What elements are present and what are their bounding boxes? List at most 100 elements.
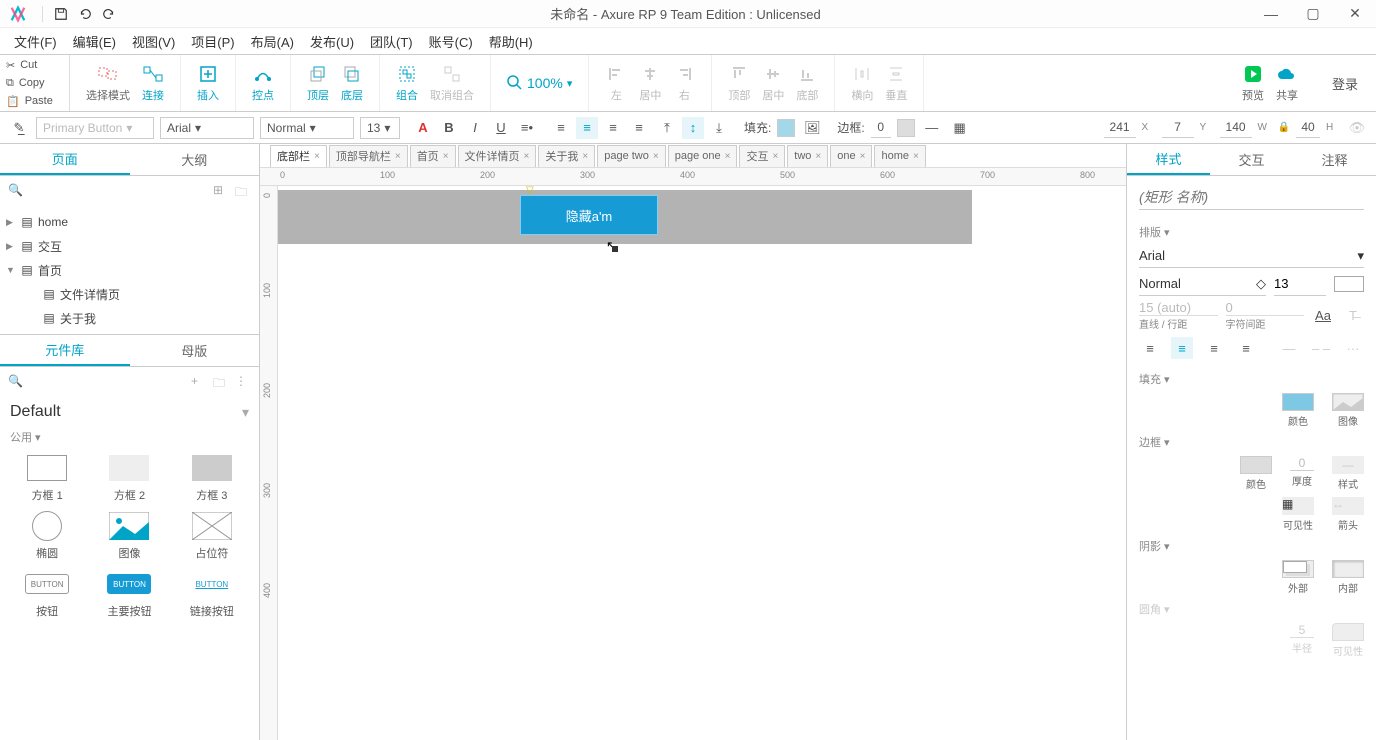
lib-category[interactable]: 公用 ▾ [0, 427, 259, 447]
align-left-text[interactable]: ≡ [550, 117, 572, 139]
border-style-swatch[interactable]: — [1332, 456, 1364, 474]
page-tab[interactable]: two× [787, 145, 828, 167]
menu-publish[interactable]: 发布(U) [302, 28, 362, 55]
rp-weight-dropdown[interactable]: Normal◇ [1139, 272, 1266, 296]
tree-item[interactable]: ▶▤home [6, 210, 253, 234]
close-icon[interactable]: × [443, 151, 449, 162]
maximize-button[interactable]: ▢ [1292, 0, 1334, 28]
widget-ellipse[interactable]: 椭圆 [10, 511, 84, 561]
fill-image-swatch[interactable] [1332, 393, 1364, 411]
close-icon[interactable]: × [725, 151, 731, 162]
insert-button[interactable]: 插入 [191, 61, 225, 105]
radius-input[interactable]: 5 [1290, 623, 1314, 638]
align-center-h-button[interactable]: 居中 [633, 61, 667, 105]
corner-visibility[interactable] [1332, 623, 1364, 641]
visibility-toggle[interactable]: 👁 [1346, 117, 1368, 139]
valign-top[interactable]: ⤒ [656, 117, 678, 139]
tab-masters[interactable]: 母版 [130, 335, 260, 366]
border-arrow[interactable]: ↔ [1332, 497, 1364, 515]
fill-image-button[interactable]: 🖼 [801, 117, 823, 139]
redo-icon[interactable] [97, 2, 121, 26]
menu-account[interactable]: 账号(C) [421, 28, 481, 55]
border-width-input[interactable] [871, 118, 891, 138]
border-section[interactable]: 边框 ▾ [1139, 434, 1364, 450]
search-icon[interactable]: 🔍 [8, 183, 24, 199]
valign-middle[interactable]: ↕ [682, 117, 704, 139]
menu-team[interactable]: 团队(T) [362, 28, 421, 55]
widget-placeholder[interactable]: 占位符 [175, 511, 249, 561]
close-icon[interactable]: × [913, 151, 919, 162]
fill-color-swatch[interactable] [1282, 393, 1314, 411]
select-mode-button[interactable]: 选择模式 [80, 61, 136, 105]
border-visibility[interactable]: ▦ [1282, 497, 1314, 515]
save-icon[interactable] [49, 2, 73, 26]
paste-button[interactable]: 📋 Paste [6, 92, 69, 110]
tab-pages[interactable]: 页面 [0, 144, 130, 175]
layout-section[interactable]: 排版 ▾ [1139, 224, 1364, 240]
close-button[interactable]: ✕ [1334, 0, 1376, 28]
rp-dash-1[interactable]: — [1278, 337, 1300, 359]
point-button[interactable]: 控点 [246, 61, 280, 105]
page-search-input[interactable] [30, 184, 207, 198]
connect-button[interactable]: 连接 [136, 61, 170, 105]
menu-layout[interactable]: 布局(A) [243, 28, 302, 55]
page-tab[interactable]: home× [874, 145, 925, 167]
rp-dash-2[interactable]: – – [1310, 337, 1332, 359]
widget-primary-button[interactable]: BUTTON主要按钮 [92, 569, 166, 619]
h-input[interactable] [1296, 118, 1320, 138]
border-side-button[interactable]: ▦ [949, 117, 971, 139]
vertical-ruler[interactable]: 0 100 200 300 400 [260, 186, 278, 740]
shape-name-input[interactable] [1139, 184, 1364, 210]
page-tab[interactable]: 顶部导航栏× [329, 145, 408, 167]
distribute-v-button[interactable]: 垂直 [879, 61, 913, 105]
page-tab[interactable]: 首页× [410, 145, 456, 167]
search-icon[interactable]: 🔍 [8, 374, 24, 390]
widget-box1[interactable]: 方框 1 [10, 453, 84, 503]
align-left-button[interactable]: 左 [599, 61, 633, 105]
border-style-button[interactable]: — [921, 117, 943, 139]
weight-dropdown[interactable]: Normal▾ [260, 117, 354, 139]
page-tab[interactable]: one× [830, 145, 872, 167]
group-button[interactable]: 组合 [390, 61, 424, 105]
bold-button[interactable]: B [438, 117, 460, 139]
outer-shadow[interactable] [1282, 560, 1314, 578]
widget-button[interactable]: BUTTON按钮 [10, 569, 84, 619]
rp-size-input[interactable] [1274, 272, 1326, 296]
add-page-icon[interactable]: ⊞ [213, 183, 229, 199]
close-icon[interactable]: × [524, 151, 530, 162]
ungroup-button[interactable]: 取消组合 [424, 61, 480, 105]
align-justify-text[interactable]: ≡ [628, 117, 650, 139]
inner-shadow[interactable] [1332, 560, 1364, 578]
page-tab[interactable]: 关于我× [538, 145, 595, 167]
zoom-control[interactable]: 100% ▾ [501, 73, 578, 93]
border-color-swatch[interactable] [1240, 456, 1272, 474]
tree-item[interactable]: ▶▤交互 [6, 234, 253, 258]
widget-box3[interactable]: 方框 3 [175, 453, 249, 503]
char-spacing-input[interactable]: 0 [1226, 300, 1305, 316]
preview-button[interactable]: 预览 [1236, 61, 1270, 105]
login-button[interactable]: 登录 [1314, 55, 1376, 111]
tree-item[interactable]: ▤关于我 [28, 306, 253, 330]
widget-image[interactable]: 图像 [92, 511, 166, 561]
w-input[interactable] [1220, 118, 1252, 138]
size-dropdown[interactable]: 13▾ [360, 117, 400, 139]
add-lib-icon[interactable]: + [191, 374, 207, 390]
strikethrough-button[interactable]: T̶ [1342, 305, 1364, 327]
line-height-input[interactable]: 15 (auto) [1139, 300, 1218, 316]
style-painter-icon[interactable]: ✎̲ [8, 117, 30, 139]
rp-font-dropdown[interactable]: Arial▾ [1139, 244, 1364, 268]
bullet-button[interactable]: ≡• [516, 117, 538, 139]
page-tab[interactable]: page two× [597, 145, 666, 167]
underline-button[interactable]: U [490, 117, 512, 139]
copy-button[interactable]: ⧉ Copy [6, 74, 69, 92]
page-tab[interactable]: 文件详情页× [458, 145, 537, 167]
horizontal-ruler[interactable]: 0 100 200 300 400 500 600 700 800 [260, 168, 1126, 186]
close-icon[interactable]: × [860, 151, 866, 162]
rp-dash-3[interactable]: ··· [1342, 337, 1364, 359]
valign-bottom[interactable]: ⤓ [708, 117, 730, 139]
x-input[interactable] [1104, 118, 1136, 138]
selected-widget[interactable]: 隐藏a'm [520, 195, 658, 235]
y-input[interactable] [1162, 118, 1194, 138]
lib-selector[interactable]: Default▾ [0, 397, 259, 427]
close-icon[interactable]: × [582, 151, 588, 162]
